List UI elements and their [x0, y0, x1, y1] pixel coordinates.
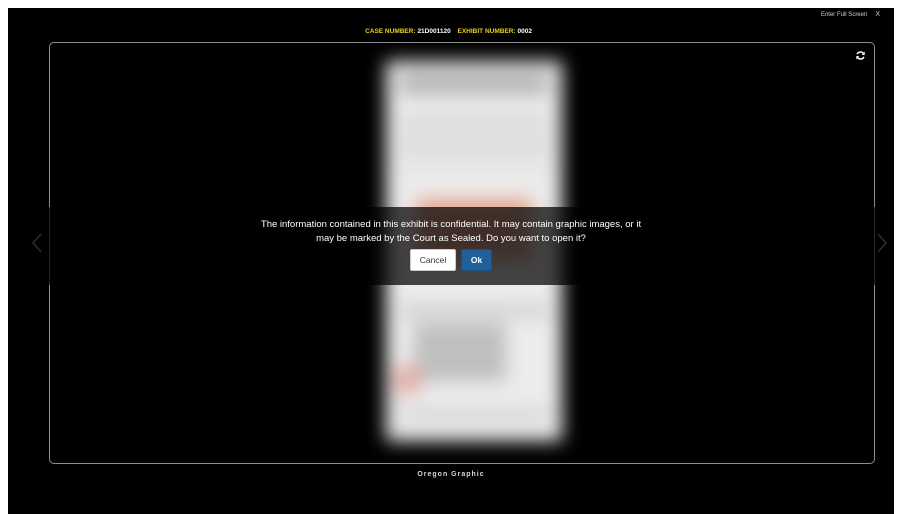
- enter-full-screen-link[interactable]: Enter Full Screen: [821, 12, 867, 18]
- exhibit-number-label: EXHIBIT NUMBER:: [457, 28, 516, 35]
- exhibit-number-value: 0002: [517, 28, 532, 35]
- dialog-buttons: Cancel Ok: [8, 249, 894, 271]
- case-header: CASE NUMBER: 21D001120 EXHIBIT NUMBER: 0…: [8, 28, 894, 35]
- case-number-label: CASE NUMBER:: [365, 28, 416, 35]
- exhibit-viewer: Enter Full Screen X CASE NUMBER: 21D0011…: [8, 8, 894, 514]
- dialog-message-line-1: The information contained in this exhibi…: [260, 219, 642, 230]
- cancel-button[interactable]: Cancel: [410, 249, 456, 271]
- confidential-dialog: The information contained in this exhibi…: [8, 207, 894, 285]
- dialog-message: The information contained in this exhibi…: [8, 218, 894, 246]
- dialog-message-line-2: may be marked by the Court as Sealed. Do…: [316, 233, 586, 244]
- viewer-toolbar: Enter Full Screen X: [821, 11, 880, 18]
- exhibit-caption: Oregon Graphic: [417, 471, 485, 478]
- close-button[interactable]: X: [875, 11, 880, 18]
- refresh-icon[interactable]: [855, 50, 866, 61]
- case-number-value: 21D001120: [417, 28, 451, 35]
- ok-button[interactable]: Ok: [461, 249, 492, 271]
